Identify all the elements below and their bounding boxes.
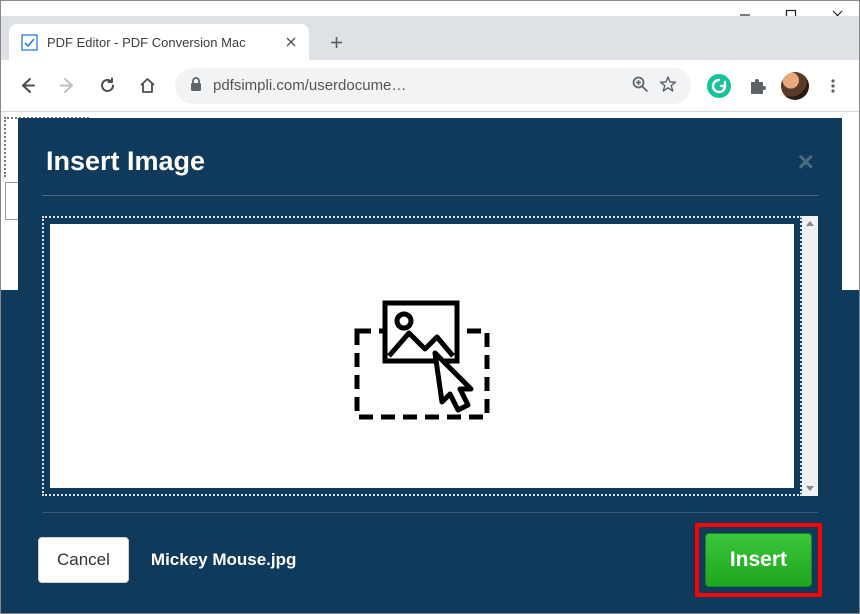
modal-footer: Cancel Mickey Mouse.jpg Insert <box>18 513 842 613</box>
extension-grammarly-icon[interactable] <box>701 68 737 104</box>
url-text: pdfsimpli.com/userdocume… <box>213 77 621 94</box>
scroll-thumb[interactable] <box>802 232 818 480</box>
cancel-button[interactable]: Cancel <box>38 537 129 583</box>
profile-avatar[interactable] <box>777 68 813 104</box>
insert-image-modal: Insert Image × <box>18 118 842 613</box>
forward-button <box>49 68 85 104</box>
selected-filename: Mickey Mouse.jpg <box>151 550 296 570</box>
background-strip-right <box>842 290 859 613</box>
scroll-down-icon[interactable] <box>802 480 818 496</box>
image-dropzone[interactable] <box>50 224 794 488</box>
modal-close-button[interactable]: × <box>798 148 814 176</box>
new-tab-button[interactable] <box>321 27 351 57</box>
home-button[interactable] <box>129 68 165 104</box>
tab-favicon-icon <box>21 34 38 51</box>
tab-close-icon[interactable] <box>283 34 299 50</box>
modal-scrollbar[interactable] <box>802 216 818 496</box>
modal-divider <box>42 195 818 196</box>
tab-title: PDF Editor - PDF Conversion Mac <box>47 35 277 50</box>
bookmark-star-icon[interactable] <box>659 75 677 97</box>
insert-button[interactable]: Insert <box>705 533 812 587</box>
extensions-puzzle-icon[interactable] <box>739 68 775 104</box>
image-placeholder-icon <box>347 291 497 421</box>
scroll-up-icon[interactable] <box>802 216 818 232</box>
back-button[interactable] <box>9 68 45 104</box>
browser-toolbar: pdfsimpli.com/userdocume… <box>1 60 859 112</box>
page-content: Insert Image × <box>1 112 859 613</box>
browser-tabstrip: PDF Editor - PDF Conversion Mac <box>1 16 859 60</box>
browser-tab[interactable]: PDF Editor - PDF Conversion Mac <box>9 24 309 60</box>
zoom-icon[interactable] <box>631 75 649 97</box>
modal-title: Insert Image <box>46 146 205 177</box>
background-strip-left <box>1 290 18 613</box>
reload-button[interactable] <box>89 68 125 104</box>
insert-button-highlight: Insert <box>695 523 822 597</box>
browser-menu-button[interactable] <box>815 68 851 104</box>
lock-icon <box>189 76 203 96</box>
dropzone-container <box>42 216 802 496</box>
address-bar[interactable]: pdfsimpli.com/userdocume… <box>175 68 691 104</box>
